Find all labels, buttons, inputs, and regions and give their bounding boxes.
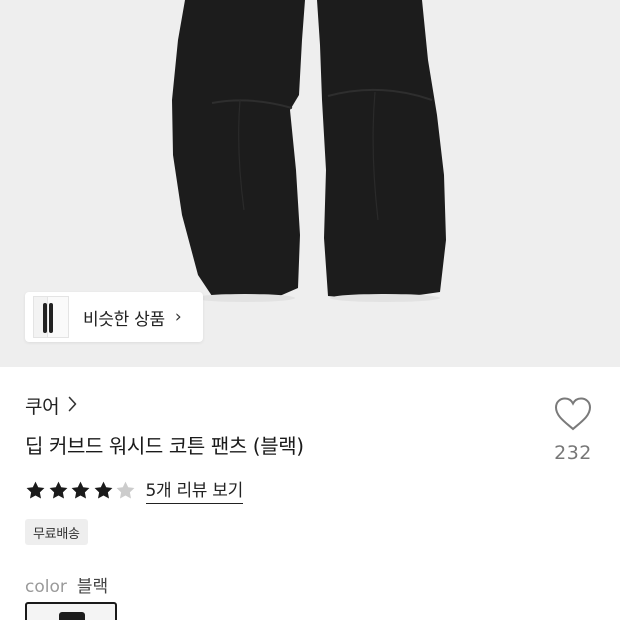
similar-products-label: 비슷한 상품 <box>83 309 165 330</box>
star-empty-icon <box>116 481 135 499</box>
product-image[interactable]: 비슷한 상품 › <box>0 0 620 367</box>
color-swatch-selected[interactable] <box>25 602 117 620</box>
star-rating <box>25 480 138 501</box>
chevron-right-icon <box>68 396 77 416</box>
similar-products-button[interactable]: 비슷한 상품 › <box>25 292 203 342</box>
color-option: color 블랙 <box>25 572 108 597</box>
similar-thumbnail <box>47 296 69 338</box>
like-button[interactable] <box>548 396 598 436</box>
chevron-right-icon: › <box>174 307 182 327</box>
swatch-thumbnail <box>59 612 85 620</box>
option-value: 블랙 <box>76 577 109 597</box>
rating-row: 5개 리뷰 보기 <box>25 476 243 504</box>
shipping-badge: 무료배송 <box>25 519 88 545</box>
star-filled-icon <box>49 481 67 499</box>
heart-outline-icon <box>554 397 592 431</box>
product-title: 딥 커브드 워시드 코튼 팬츠 (블랙) <box>25 434 304 458</box>
similar-thumbnails <box>31 292 75 342</box>
brand-link[interactable]: 쿠어 <box>25 392 77 419</box>
option-label: color <box>25 577 67 597</box>
review-link[interactable]: 5개 리뷰 보기 <box>145 476 243 504</box>
star-filled-icon <box>26 481 45 499</box>
brand-name: 쿠어 <box>25 396 60 418</box>
like-count: 232 <box>554 442 592 464</box>
star-filled-icon <box>71 481 90 499</box>
star-filled-icon <box>94 481 112 499</box>
